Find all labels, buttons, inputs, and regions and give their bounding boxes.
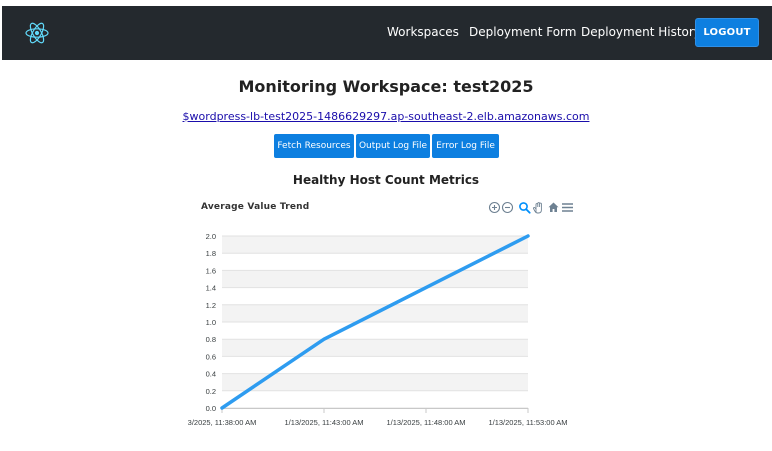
y-tick-label: 0.8 — [206, 335, 216, 344]
y-tick-label: 0.6 — [206, 352, 216, 361]
grid-band — [222, 236, 528, 254]
x-tick-label: 1/13/2025, 11:43:00 AM — [284, 418, 363, 427]
x-tick-label: 1/13/2025, 11:48:00 AM — [386, 418, 465, 427]
y-tick-label: 0.4 — [206, 370, 216, 379]
x-tick-label: 3/2025, 11:38:00 AM — [188, 418, 257, 427]
y-tick-label: 2.0 — [206, 232, 216, 241]
grid-band — [222, 339, 528, 357]
grid-band — [222, 270, 528, 288]
y-tick-label: 0.0 — [206, 404, 216, 413]
y-tick-label: 1.6 — [206, 266, 216, 275]
y-tick-label: 1.8 — [206, 249, 216, 258]
y-tick-label: 0.2 — [206, 387, 216, 396]
y-tick-label: 1.2 — [206, 301, 216, 310]
y-tick-label: 1.4 — [206, 284, 216, 293]
line-chart: 0.0 0.2 0.4 0.6 0.8 1.0 1.2 1.4 1.6 1.8 2.0 3/2025,… — [188, 232, 568, 427]
x-tick-label: 1/13/2025, 11:53:00 AM — [488, 418, 567, 427]
y-tick-label: 1.0 — [206, 318, 216, 327]
